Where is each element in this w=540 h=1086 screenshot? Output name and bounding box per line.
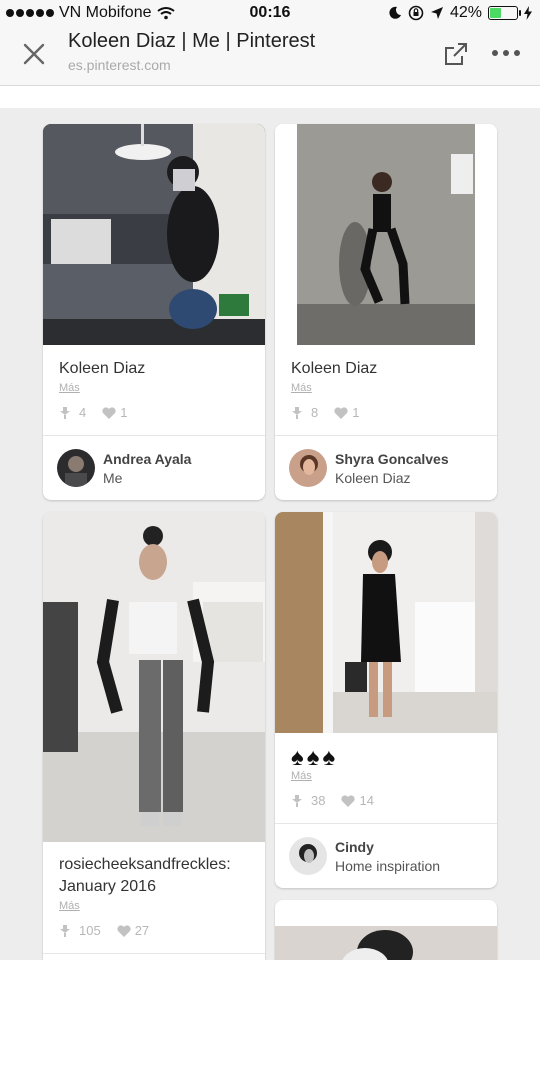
page-title: Koleen Diaz | Me | Pinterest [68, 30, 316, 52]
board-name[interactable]: Koleen Diaz [335, 470, 411, 486]
orientation-lock-icon [408, 5, 424, 21]
like-count: 1 [352, 405, 360, 420]
battery-icon [488, 6, 521, 20]
avatar[interactable] [57, 449, 95, 487]
board-name[interactable]: Home inspiration [335, 858, 440, 874]
heart-icon [341, 794, 356, 807]
avatar[interactable] [289, 837, 327, 875]
more-link[interactable]: Más [291, 382, 312, 394]
heart-icon [102, 406, 116, 419]
heart-icon [334, 406, 348, 419]
pin-image[interactable] [43, 512, 265, 842]
more-dot-icon [503, 50, 509, 56]
more-link[interactable]: Más [59, 900, 80, 912]
pin-card[interactable] [275, 900, 497, 960]
top-strip [0, 86, 540, 108]
browser-header: Koleen Diaz | Me | Pinterest es.pinteres… [0, 28, 540, 86]
pin-repin-icon [292, 406, 302, 419]
pin-title: ♠♠♠ [291, 744, 339, 771]
card-divider [275, 435, 497, 436]
open-external-button[interactable] [442, 40, 470, 68]
battery-percent: 42% [449, 4, 482, 21]
more-link[interactable]: Más [291, 770, 312, 782]
pin-title: Koleen Diaz [59, 360, 146, 377]
close-button[interactable] [18, 38, 50, 70]
close-icon [23, 43, 45, 65]
pin-title-line-1: rosiecheeksandfreckles: [59, 856, 231, 873]
pin-image[interactable] [275, 124, 497, 345]
pin-stats: 105 27 [59, 923, 149, 938]
pin-card[interactable]: rosiecheeksandfreckles: January 2016 Más… [43, 512, 265, 960]
more-link[interactable]: Más [59, 382, 80, 394]
pinner-name[interactable]: Cindy [335, 839, 374, 855]
pin-image[interactable] [275, 926, 497, 960]
heart-icon [117, 924, 131, 937]
more-dot-icon [514, 50, 520, 56]
like-count: 1 [120, 405, 128, 420]
pin-image[interactable] [43, 124, 265, 345]
pin-card[interactable]: Koleen Diaz Más 4 1 Andrea Ayala Me [43, 124, 265, 500]
charging-bolt-icon [524, 6, 532, 20]
repin-count: 105 [79, 923, 101, 938]
repin-count: 4 [79, 405, 87, 420]
more-options-button[interactable] [492, 50, 520, 56]
status-bar: VN Mobifone 00:16 42% [0, 0, 540, 28]
repin-count: 8 [311, 405, 319, 420]
pin-title-line-2: January 2016 [59, 878, 156, 895]
more-dot-icon [492, 50, 498, 56]
status-right: 42% [388, 4, 532, 22]
card-divider [275, 823, 497, 824]
location-arrow-icon [430, 7, 443, 19]
pin-stats: 8 1 [291, 405, 359, 420]
battery-level [490, 8, 501, 18]
pin-image[interactable] [275, 512, 497, 733]
pin-title: Koleen Diaz [291, 360, 378, 377]
avatar[interactable] [289, 449, 327, 487]
page-url: es.pinterest.com [68, 57, 171, 73]
card-divider [43, 953, 265, 954]
repin-count: 38 [311, 793, 326, 808]
board-name[interactable]: Me [103, 470, 122, 486]
pin-card[interactable]: Koleen Diaz Más 8 1 Shyra Goncalves Kole… [275, 124, 497, 500]
pinner-name[interactable]: Shyra Goncalves [335, 451, 449, 467]
pin-repin-icon [292, 794, 302, 807]
pinner-name[interactable]: Andrea Ayala [103, 451, 191, 467]
pin-repin-icon [60, 924, 70, 937]
open-external-icon [445, 43, 467, 65]
like-count: 14 [359, 793, 374, 808]
moon-icon [389, 6, 401, 19]
pin-repin-icon [60, 406, 70, 419]
pin-stats: 4 1 [59, 405, 127, 420]
card-divider [43, 435, 265, 436]
like-count: 27 [134, 923, 150, 938]
pin-grid: Koleen Diaz Más 4 1 Andrea Ayala Me Kole… [0, 86, 540, 960]
blank-footer [0, 960, 540, 1086]
pin-stats: 38 14 [291, 793, 374, 808]
pin-card[interactable]: ♠♠♠ Más 38 14 Cindy Home inspiration [275, 512, 497, 888]
